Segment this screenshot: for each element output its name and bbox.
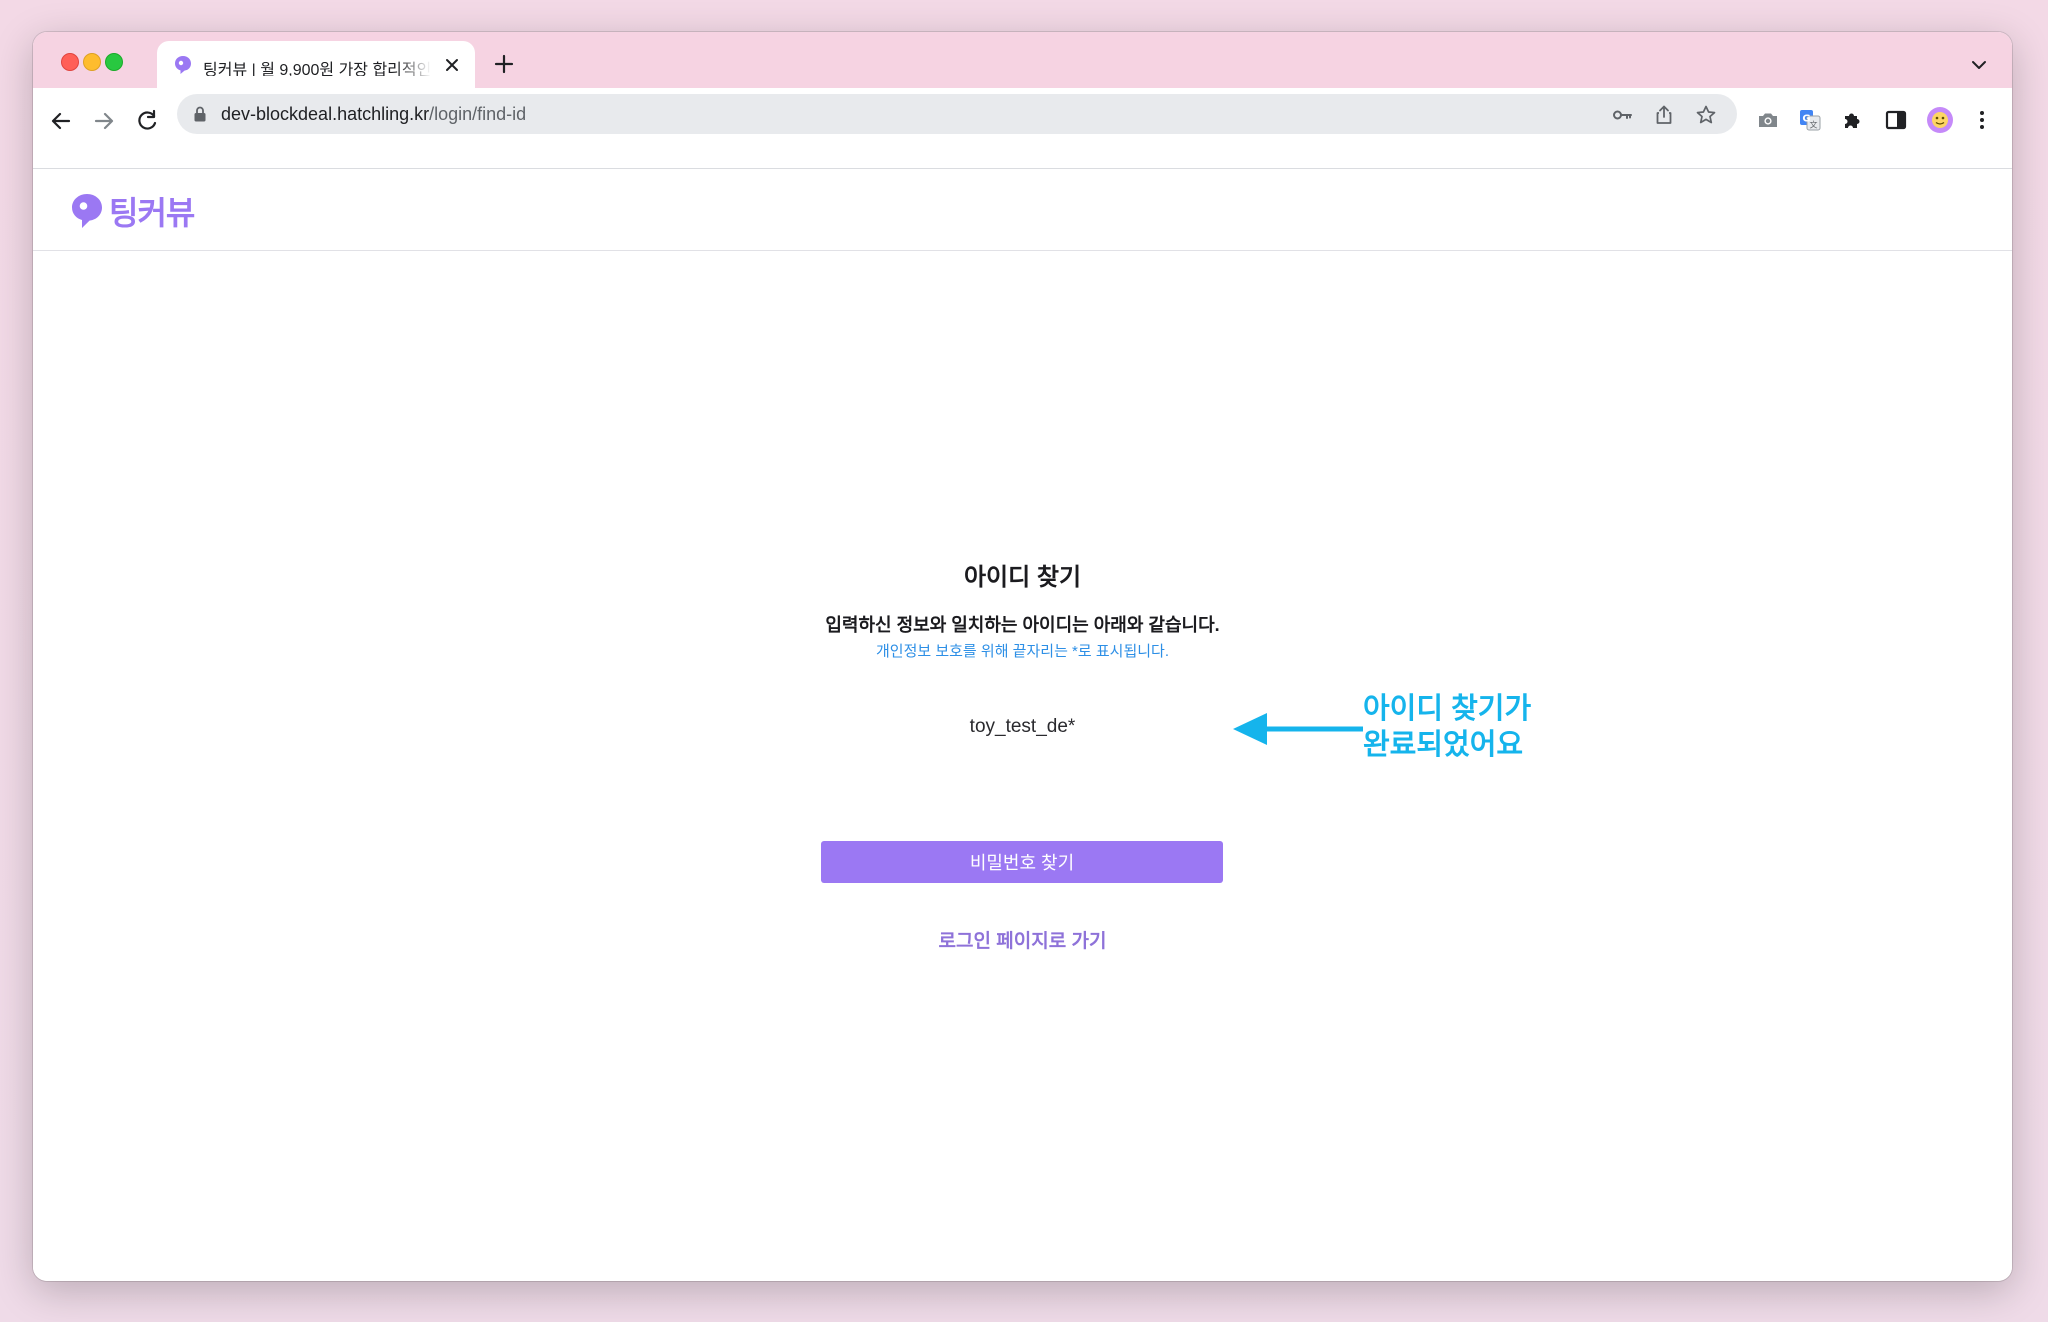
page-title: 아이디 찾기 bbox=[963, 564, 1082, 591]
browser-toolbar: dev-blockdeal.hatchling.kr/login/find-id… bbox=[33, 88, 2012, 169]
forward-arrow-icon[interactable] bbox=[91, 108, 117, 134]
lock-icon[interactable] bbox=[193, 106, 207, 122]
tab-title: 팅커뷰 | 월 9,900원 가장 합리적인 bbox=[203, 62, 431, 76]
found-user-id: toy_test_de* bbox=[969, 716, 1076, 737]
login-page-link[interactable]: 로그인 페이지로 가기 bbox=[939, 931, 1107, 952]
key-icon[interactable] bbox=[1611, 104, 1633, 126]
minimize-window-button[interactable] bbox=[83, 53, 101, 71]
url-text[interactable]: dev-blockdeal.hatchling.kr/login/find-id bbox=[221, 104, 526, 124]
puzzle-icon[interactable] bbox=[1841, 108, 1865, 132]
tinkerview-logo-icon bbox=[175, 56, 191, 74]
browser-tab-active[interactable]: 팅커뷰 | 월 9,900원 가장 합리적인 bbox=[157, 41, 475, 88]
reload-icon[interactable] bbox=[134, 108, 160, 134]
tab-strip: 팅커뷰 | 월 9,900원 가장 합리적인 bbox=[33, 32, 2012, 88]
tinkerview-logo-icon bbox=[72, 194, 102, 228]
privacy-note: 개인정보 보호를 위해 끝자리는 *로 표시됩니다. bbox=[875, 643, 1170, 660]
translate-icon[interactable]: G 文 bbox=[1798, 108, 1822, 132]
kebab-menu-icon[interactable] bbox=[1970, 108, 1994, 132]
chevron-down-icon[interactable] bbox=[1970, 56, 1988, 74]
arrow-left-icon bbox=[1233, 713, 1363, 745]
share-icon[interactable] bbox=[1653, 104, 1675, 126]
find-password-button[interactable]: 비밀번호 찾기 bbox=[821, 841, 1223, 883]
site-logo[interactable]: 팅커뷰 bbox=[71, 191, 195, 231]
plus-icon[interactable] bbox=[493, 53, 515, 75]
url-host: dev-blockdeal.hatchling.kr bbox=[221, 104, 430, 124]
site-header: 팅커뷰 bbox=[33, 169, 2012, 251]
url-path: /login/find-id bbox=[429, 104, 527, 124]
close-window-button[interactable] bbox=[61, 53, 79, 71]
browser-window: 팅커뷰 | 월 9,900원 가장 합리적인 dev-blockdeal.hat… bbox=[33, 32, 2012, 1281]
annotation-line-1: 아이디 찾기가 bbox=[1363, 693, 1532, 725]
annotation-line-2: 완료되었어요 bbox=[1363, 729, 1524, 761]
result-description: 입력하신 정보와 일치하는 아이디는 아래와 같습니다. bbox=[825, 615, 1220, 635]
avatar[interactable] bbox=[1926, 106, 1954, 134]
close-icon[interactable] bbox=[441, 54, 463, 76]
logo-text: 팅커뷰 bbox=[109, 195, 195, 231]
address-bar[interactable]: dev-blockdeal.hatchling.kr/login/find-id bbox=[177, 94, 1737, 134]
camera-icon[interactable] bbox=[1756, 108, 1780, 132]
login-page-link-row: 로그인 페이지로 가기 bbox=[33, 926, 2012, 953]
side-panel-icon[interactable] bbox=[1884, 108, 1908, 132]
zoom-window-button[interactable] bbox=[105, 53, 123, 71]
star-icon[interactable] bbox=[1695, 104, 1717, 126]
web-page: 팅커뷰 아이디 찾기 입력하신 정보와 일치하는 아이디는 아래와 같습니다. … bbox=[33, 169, 2012, 1281]
svg-text:文: 文 bbox=[1810, 120, 1818, 130]
back-arrow-icon[interactable] bbox=[48, 108, 74, 134]
annotation-callout: 아이디 찾기가 완료되었어요 bbox=[1363, 691, 1531, 763]
